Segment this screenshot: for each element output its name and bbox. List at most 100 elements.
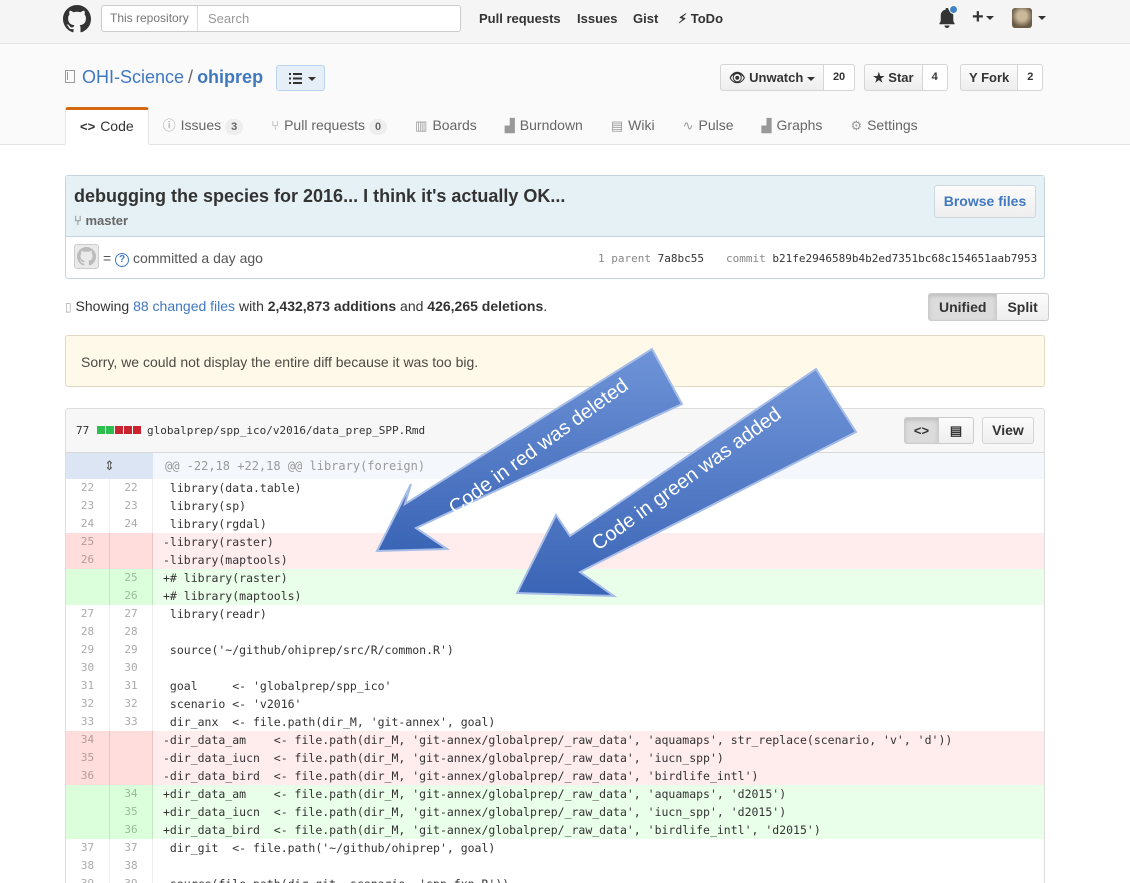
diff-view-toggle: Unified Split <box>928 293 1049 321</box>
commit-author-line: = ? committed a day ago <box>103 250 263 267</box>
github-logo-icon <box>77 247 96 266</box>
old-line-number[interactable]: 32 <box>66 695 110 713</box>
repo-icon <box>65 70 75 83</box>
new-line-number[interactable]: 27 <box>110 605 153 623</box>
repo-list-menu-button[interactable] <box>276 65 325 91</box>
tab-boards[interactable]: ▥ Boards <box>401 107 491 145</box>
nav-gist[interactable]: Gist <box>633 11 658 26</box>
new-line-number[interactable] <box>110 533 153 551</box>
context-line: 33 33 dir_anx <- file.path(dir_M, 'git-an… <box>66 713 1044 731</box>
browse-files-button[interactable]: Browse files <box>934 185 1036 218</box>
new-line-number[interactable]: 38 <box>110 857 153 875</box>
search-box[interactable]: This repository Search <box>101 5 461 32</box>
old-line-number[interactable]: 25 <box>66 533 110 551</box>
stars-count[interactable]: 4 <box>922 64 948 91</box>
repo-owner-link[interactable]: OHI-Science <box>82 67 184 87</box>
tab-settings[interactable]: ⚙ Settings <box>836 107 931 145</box>
tab-pull-requests[interactable]: ⑂ Pull requests 0 <box>257 107 401 145</box>
new-line-number[interactable]: 34 <box>110 785 153 803</box>
github-logo-icon[interactable] <box>63 5 91 33</box>
expand-icon[interactable]: ⇕ <box>66 453 153 479</box>
repo-name-link[interactable]: ohiprep <box>197 67 263 87</box>
nav-pull-requests[interactable]: Pull requests <box>479 11 561 26</box>
chevron-down-icon[interactable] <box>1038 16 1046 20</box>
search-input[interactable]: Search <box>208 6 249 31</box>
new-line-number[interactable]: 28 <box>110 623 153 641</box>
parent-sha-link[interactable]: 7a8bc55 <box>658 252 704 265</box>
old-line-number[interactable]: 36 <box>66 767 110 785</box>
old-line-number[interactable] <box>66 587 110 605</box>
repo-title-separator: / <box>188 67 194 87</box>
old-line-number[interactable]: 24 <box>66 515 110 533</box>
new-line-number[interactable]: 36 <box>110 821 153 839</box>
new-line-number[interactable]: 32 <box>110 695 153 713</box>
code-line: +# library(raster) <box>163 571 288 585</box>
watchers-count[interactable]: 20 <box>823 64 856 91</box>
new-line-number[interactable]: 30 <box>110 659 153 677</box>
tab-pulse[interactable]: ∿ Pulse <box>669 107 748 145</box>
user-avatar[interactable] <box>1012 8 1032 28</box>
star-button[interactable]: ★ Star <box>864 64 923 91</box>
new-line-number[interactable] <box>110 731 153 749</box>
old-line-number[interactable]: 37 <box>66 839 110 857</box>
unwatch-button[interactable]: 👁︎ Unwatch <box>720 64 824 91</box>
forks-count[interactable]: 2 <box>1018 64 1044 91</box>
tab-wiki[interactable]: ▤ Wiki <box>597 107 669 145</box>
old-line-number[interactable]: 35 <box>66 749 110 767</box>
old-line-number[interactable] <box>66 821 110 839</box>
old-line-number[interactable] <box>66 803 110 821</box>
new-line-number[interactable]: 33 <box>110 713 153 731</box>
nav-issues[interactable]: Issues <box>577 11 617 26</box>
old-line-number[interactable]: 38 <box>66 857 110 875</box>
old-line-number[interactable]: 39 <box>66 875 110 883</box>
new-line-number[interactable]: 39 <box>110 875 153 883</box>
view-file-button[interactable]: View <box>982 417 1034 444</box>
new-line-number[interactable]: 35 <box>110 803 153 821</box>
tab-graphs-label: Graphs <box>776 117 823 133</box>
search-scope: This repository <box>102 6 198 31</box>
author-avatar[interactable] <box>74 244 99 269</box>
old-line-number[interactable]: 30 <box>66 659 110 677</box>
new-line-number[interactable]: 23 <box>110 497 153 515</box>
commit-sha: b21fe2946589b4b2ed7351bc68c154651aab7953 <box>772 252 1038 265</box>
new-line-number[interactable]: 26 <box>110 587 153 605</box>
new-line-number[interactable] <box>110 767 153 785</box>
unknown-user-icon[interactable]: ? <box>115 253 130 267</box>
new-line-number[interactable]: 22 <box>110 479 153 497</box>
old-line-number[interactable]: 26 <box>66 551 110 569</box>
new-line-number[interactable]: 25 <box>110 569 153 587</box>
old-line-number[interactable]: 27 <box>66 605 110 623</box>
split-button[interactable]: Split <box>997 293 1049 321</box>
commit-branch[interactable]: ⑂ master <box>74 213 128 228</box>
new-line-number[interactable]: 24 <box>110 515 153 533</box>
rich-view-button[interactable]: ▤ <box>939 417 974 444</box>
deleted-line: 26 -library(maptools) <box>66 551 1044 569</box>
old-line-number[interactable]: 23 <box>66 497 110 515</box>
new-line-number[interactable]: 37 <box>110 839 153 857</box>
old-line-number[interactable]: 33 <box>66 713 110 731</box>
changed-files-link[interactable]: 88 changed files <box>133 298 235 314</box>
tab-issues[interactable]: ⓘ Issues 3 <box>149 107 258 145</box>
old-line-number[interactable]: 29 <box>66 641 110 659</box>
old-line-number[interactable]: 22 <box>66 479 110 497</box>
nav-todo[interactable]: ⚡︎ ToDo <box>678 11 723 27</box>
old-line-number[interactable]: 34 <box>66 731 110 749</box>
old-line-number[interactable]: 31 <box>66 677 110 695</box>
source-view-button[interactable]: <> <box>904 417 939 444</box>
diff-file-path[interactable]: globalprep/spp_ico/v2016/data_prep_SPP.R… <box>147 424 425 437</box>
tab-graphs[interactable]: ▟ Graphs <box>748 107 837 145</box>
old-line-number[interactable] <box>66 785 110 803</box>
fork-button[interactable]: Y Fork <box>960 64 1019 91</box>
tab-burndown[interactable]: ▟ Burndown <box>491 107 597 145</box>
new-line-number[interactable] <box>110 749 153 767</box>
new-line-number[interactable] <box>110 551 153 569</box>
tab-code[interactable]: <> Code <box>65 107 149 145</box>
old-line-number[interactable]: 28 <box>66 623 110 641</box>
new-line-number[interactable]: 31 <box>110 677 153 695</box>
old-line-number[interactable] <box>66 569 110 587</box>
book-icon: ▤ <box>610 118 624 133</box>
new-line-number[interactable]: 29 <box>110 641 153 659</box>
create-new-button[interactable]: + <box>972 6 994 29</box>
diffstat-del-block <box>133 426 141 434</box>
unified-button[interactable]: Unified <box>928 293 998 321</box>
